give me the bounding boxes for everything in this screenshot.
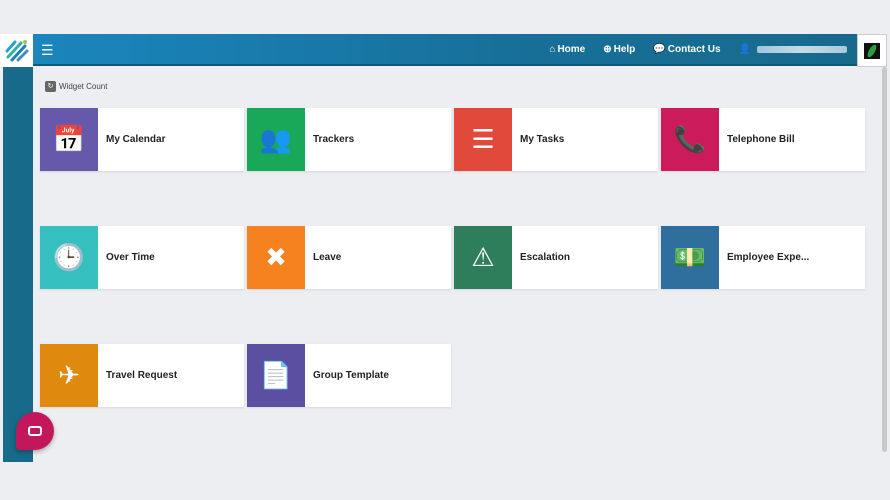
group-template-icon: 📄 — [247, 344, 305, 407]
escalation-icon: ⚠ — [454, 226, 512, 289]
leave-icon: ✖ — [247, 226, 305, 289]
logo-icon — [5, 39, 28, 61]
chat-button[interactable] — [16, 412, 54, 450]
nav-contact[interactable]: 💬 Contact Us — [653, 44, 720, 55]
tile-label: My Calendar — [106, 134, 166, 145]
tile-trackers[interactable]: 👥 Trackers — [247, 108, 451, 171]
tile-label: Over Time — [106, 252, 155, 263]
user-name-redacted — [757, 45, 847, 53]
tile-leave[interactable]: ✖ Leave — [247, 226, 451, 289]
app-logo[interactable] — [0, 34, 33, 67]
tile-label: Escalation — [520, 252, 571, 263]
nav-help[interactable]: ⊕ Help — [603, 44, 635, 55]
home-icon: ⌂ — [549, 43, 556, 55]
dashboard-content: ↻ Widget Count 📅 My Calendar 👥 Trackers ☰ My T… — [33, 67, 882, 462]
tile-label: My Tasks — [520, 134, 565, 145]
employee-expe-icon: 💵 — [661, 226, 719, 289]
tile-my-calendar[interactable]: 📅 My Calendar — [40, 108, 244, 171]
telephone-bill-icon: 📞 — [661, 108, 719, 171]
tile-label: Leave — [313, 252, 342, 263]
widget-count[interactable]: ↻ Widget Count — [45, 81, 107, 92]
help-icon: ⊕ — [603, 43, 612, 55]
refresh-icon: ↻ — [45, 81, 56, 92]
tile-group-template[interactable]: 📄 Group Template — [247, 344, 451, 407]
user-icon: 👤 — [738, 43, 751, 55]
my-calendar-icon: 📅 — [40, 108, 98, 171]
tile-telephone-bill[interactable]: 📞 Telephone Bill — [661, 108, 865, 171]
tile-travel-request[interactable]: ✈ Travel Request — [40, 344, 244, 407]
tile-over-time[interactable]: 🕒 Over Time — [40, 226, 244, 289]
avatar-icon — [864, 42, 880, 59]
chat-icon: 💬 — [653, 43, 666, 55]
travel-request-icon: ✈ — [40, 344, 98, 407]
chat-icon — [28, 426, 42, 436]
tile-employee-expe[interactable]: 💵 Employee Expe... — [661, 226, 865, 289]
tile-label: Travel Request — [106, 370, 178, 381]
top-header: ☰ ⌂ Home ⊕ Help 💬 Contact Us 👤 — [33, 34, 857, 66]
my-tasks-icon: ☰ — [454, 108, 512, 171]
scrollbar[interactable] — [882, 67, 887, 452]
tile-my-tasks[interactable]: ☰ My Tasks — [454, 108, 658, 171]
tile-label: Telephone Bill — [727, 134, 795, 145]
tile-label: Group Template — [313, 370, 389, 381]
sidebar — [3, 67, 33, 462]
tile-label: Trackers — [313, 134, 355, 145]
user-menu[interactable]: 👤 — [739, 44, 847, 55]
user-avatar[interactable] — [857, 34, 887, 67]
trackers-icon: 👥 — [247, 108, 305, 171]
hamburger-icon[interactable]: ☰ — [41, 42, 54, 59]
nav-home[interactable]: ⌂ Home — [549, 44, 585, 55]
over-time-icon: 🕒 — [40, 226, 98, 289]
tile-label: Employee Expe... — [727, 252, 810, 263]
tile-escalation[interactable]: ⚠ Escalation — [454, 226, 658, 289]
